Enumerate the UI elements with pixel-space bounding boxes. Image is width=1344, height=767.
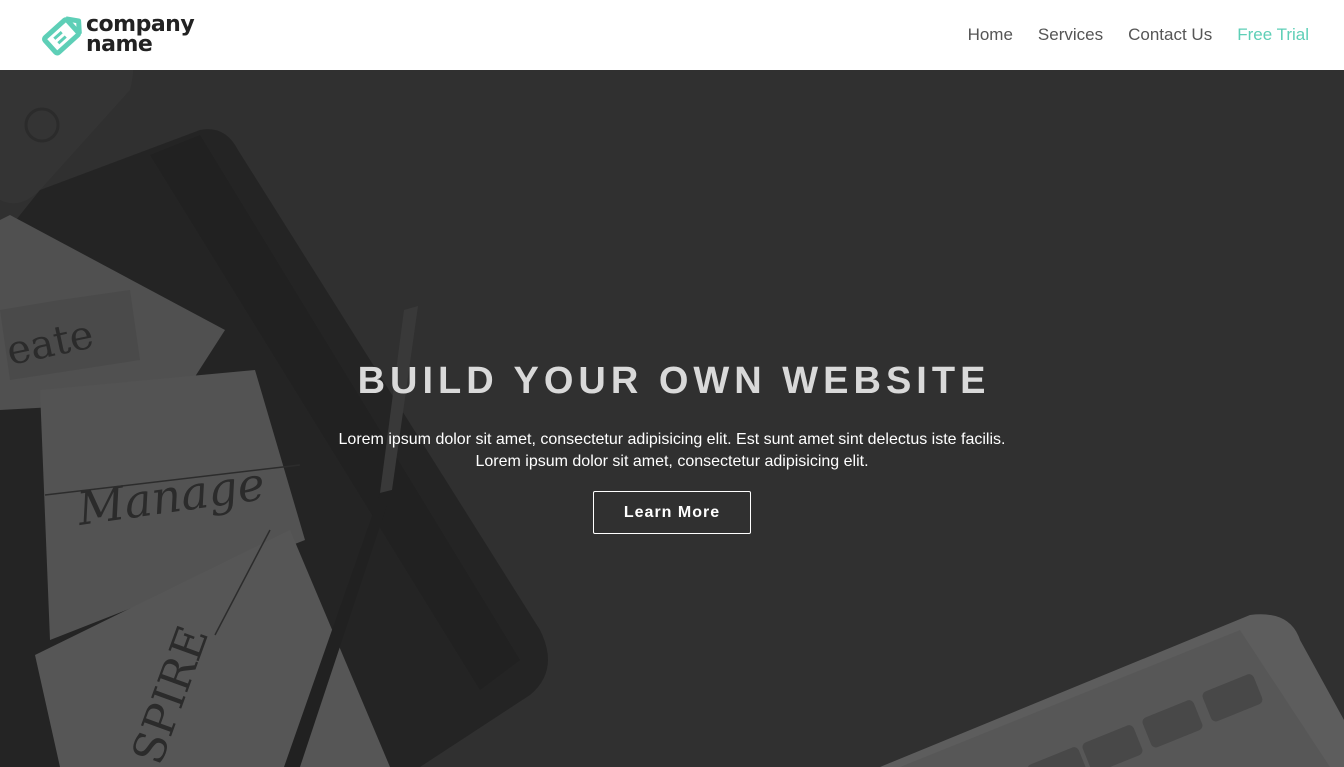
hero-description-line2: Lorem ipsum dolor sit amet, consectetur …	[475, 453, 869, 470]
hero-title: BUILD YOUR OWN WEBSITE	[357, 360, 991, 402]
main-nav: Home Services Contact Us Free Trial	[943, 25, 1309, 45]
tag-logo-icon	[41, 16, 82, 56]
company-name: company name	[86, 14, 195, 57]
nav-contact-us[interactable]: Contact Us	[1128, 25, 1212, 45]
site-header: company name Home Services Contact Us Fr…	[0, 0, 1344, 70]
nav-services[interactable]: Services	[1038, 25, 1103, 45]
nav-home[interactable]: Home	[968, 25, 1013, 45]
company-logo[interactable]: company name	[38, 12, 195, 58]
hero-content: BUILD YOUR OWN WEBSITE Lorem ipsum dolor…	[0, 360, 1344, 534]
nav-free-trial[interactable]: Free Trial	[1237, 25, 1309, 45]
hero-section: Manage eate SPIRE BUILD YOUR OWN WEBSITE…	[0, 70, 1344, 767]
hero-description-line1: Lorem ipsum dolor sit amet, consectetur …	[338, 431, 1006, 448]
learn-more-button[interactable]: Learn More	[593, 491, 751, 534]
hero-description: Lorem ipsum dolor sit amet, consectetur …	[0, 429, 1344, 473]
company-name-line2: name	[86, 32, 153, 57]
